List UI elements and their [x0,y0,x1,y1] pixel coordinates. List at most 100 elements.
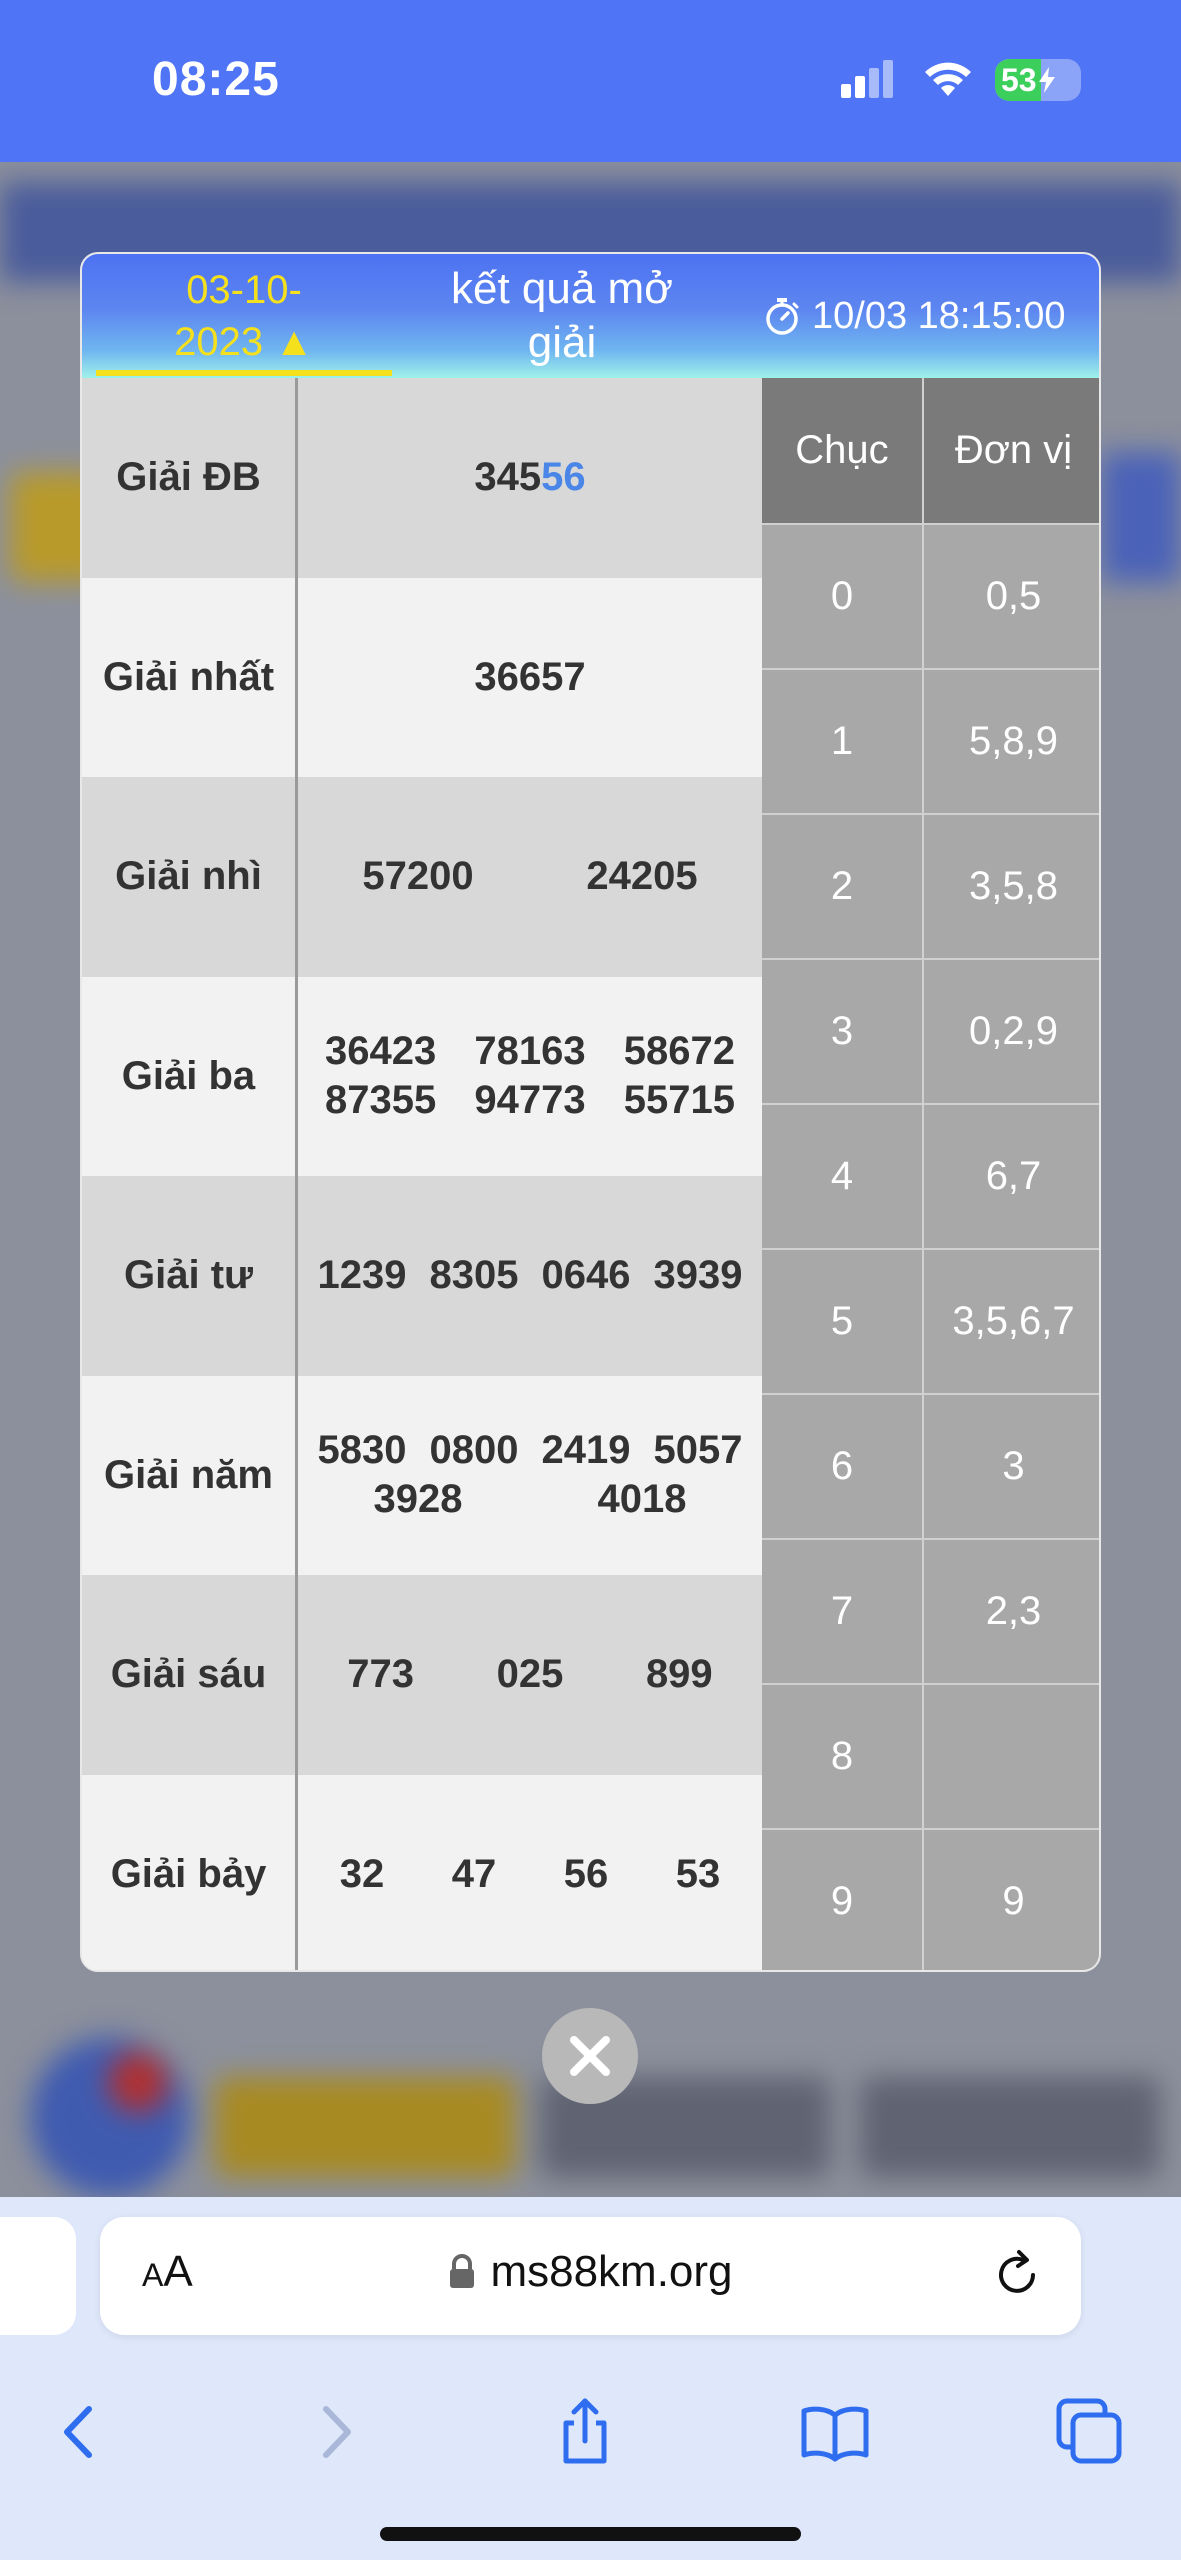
prize-number: 94773 [474,1078,586,1123]
loto-row: 9 9 [762,1828,1099,1970]
home-indicator [380,2527,801,2541]
prize-numbers: 32 47 56 53 [298,1775,762,1971]
date-selector[interactable]: 03-10- 2023 ▲ [96,254,392,378]
loto-chuc: 2 [762,815,924,958]
prize-number: 32 [339,1851,385,1896]
countdown: 10/03 18:15:00 [762,286,1066,346]
prize-row-seventh: Giải bảy 32 47 56 53 [82,1774,762,1971]
loto-chuc: 0 [762,525,924,668]
url-display: ms88km.org [100,2247,1081,2297]
loto-row: 3 0,2,9 [762,958,1099,1103]
prize-number: 5057 [653,1428,743,1473]
status-time: 08:25 [152,53,280,106]
prize-table: Giải ĐB 34556 Giải nhất 36657 Giải nhì 5… [82,378,762,1971]
share-icon[interactable] [550,2397,620,2467]
prize-number: 58672 [623,1029,735,1074]
loto-donvi: 0,2,9 [969,1009,1058,1053]
forward-icon[interactable] [300,2397,370,2467]
loto-row: 8 [762,1683,1099,1828]
prize-number: 36423 [325,1029,437,1074]
status-bar: 08:25 53 [0,0,1181,162]
prize-row-second: Giải nhì 57200 24205 [82,777,762,977]
loto-row: 5 3,5,6,7 [762,1248,1099,1393]
loto-donvi: 5,8,9 [969,719,1058,763]
loto-row: 6 3 [762,1393,1099,1538]
close-icon [570,2036,610,2076]
loto-table-header: Chục Đơn vị [762,378,1099,523]
charging-bolt-icon [1038,67,1055,93]
prize-number: 345 [474,455,542,500]
loto-chuc: 3 [762,960,924,1103]
back-icon[interactable] [45,2397,115,2467]
prize-number: 53 [675,1851,721,1896]
prize-number: 3928 [373,1477,463,1522]
loto-donvi: 3,5,8 [969,864,1058,908]
close-button[interactable] [542,2008,638,2104]
loto-donvi: 3 [1002,1444,1025,1488]
prize-numbers: 57200 24205 [298,777,762,977]
prize-numbers: 773 025 899 [298,1575,762,1775]
background-yellow-button [215,2077,515,2177]
prize-number: 899 [645,1652,713,1697]
loto-chuc: 4 [762,1105,924,1248]
reload-icon[interactable] [989,2247,1045,2303]
prize-name: Giải tư [82,1176,298,1376]
prize-row-fifth: Giải năm 5830 0800 2419 5057 3928 4018 [82,1375,762,1575]
prize-number: 4018 [597,1477,687,1522]
prize-number: 773 [347,1652,415,1697]
loto-chuc: 8 [762,1685,924,1828]
loto-row: 1 5,8,9 [762,668,1099,813]
loto-row: 7 2,3 [762,1538,1099,1683]
prize-number: 1239 [317,1253,407,1298]
prize-row-third: Giải ba 36423 78163 58672 87355 94773 55… [82,976,762,1177]
prize-number: 0646 [541,1253,631,1298]
prize-name: Giải ba [82,976,298,1176]
stopwatch-icon [766,298,799,335]
prize-number: 78163 [474,1029,586,1074]
prize-number: 2419 [541,1428,631,1473]
loto-chuc: 1 [762,670,924,813]
prize-row-special: Giải ĐB 34556 [82,378,762,578]
tabs-icon[interactable] [1055,2397,1125,2467]
previous-tab-peek[interactable] [0,2217,76,2335]
loto-table: Chục Đơn vị 0 0,5 1 5,8,9 2 3,5,8 3 0,2,… [762,378,1099,1970]
loto-row: 0 0,5 [762,523,1099,668]
prize-numbers: 36657 [298,578,762,778]
loto-donvi [924,1685,1099,1828]
prize-number: 3939 [653,1253,743,1298]
results-modal: 03-10- 2023 ▲ kết quả mở giải 10/03 18:1… [80,252,1101,1972]
prize-name: Giải ĐB [82,378,298,578]
prize-number: 36657 [474,654,586,699]
background-blue-block [1101,452,1181,582]
prize-number: 87355 [325,1078,437,1123]
date-line-1: 03-10- [186,268,302,312]
prize-number: 47 [451,1851,497,1896]
lock-icon [450,2254,475,2288]
bookmarks-icon[interactable] [800,2397,870,2467]
loto-donvi: 9 [1002,1879,1025,1923]
loto-chuc: 5 [762,1250,924,1393]
battery-percent: 53 [1001,61,1037,98]
prize-name: Giải sáu [82,1575,298,1775]
address-bar[interactable]: AA ms88km.org [100,2217,1081,2335]
prize-row-sixth: Giải sáu 773 025 899 [82,1575,762,1775]
loto-chuc: 7 [762,1540,924,1683]
prize-numbers: 1239 8305 0646 3939 [298,1176,762,1376]
prize-number: 24205 [586,854,698,899]
wifi-icon [925,62,971,96]
prize-numbers: 36423 78163 58672 87355 94773 55715 [298,977,762,1177]
background-avatar [30,2037,190,2197]
prize-row-first: Giải nhất 36657 [82,577,762,778]
prize-name: Giải năm [82,1375,298,1575]
prize-number: 025 [496,1652,564,1697]
loto-donvi: 2,3 [985,1589,1042,1633]
prize-row-fourth: Giải tư 1239 8305 0646 3939 [82,1176,762,1376]
loto-chuc: 6 [762,1395,924,1538]
countdown-time: 10/03 18:15:00 [812,294,1066,337]
loto-donvi: 6,7 [985,1154,1042,1198]
loto-row: 4 6,7 [762,1103,1099,1248]
prize-number: 5830 [317,1428,407,1473]
prize-name: Giải nhì [82,777,298,977]
prize-numbers: 34556 [298,378,762,578]
prize-name: Giải bảy [82,1774,298,1970]
